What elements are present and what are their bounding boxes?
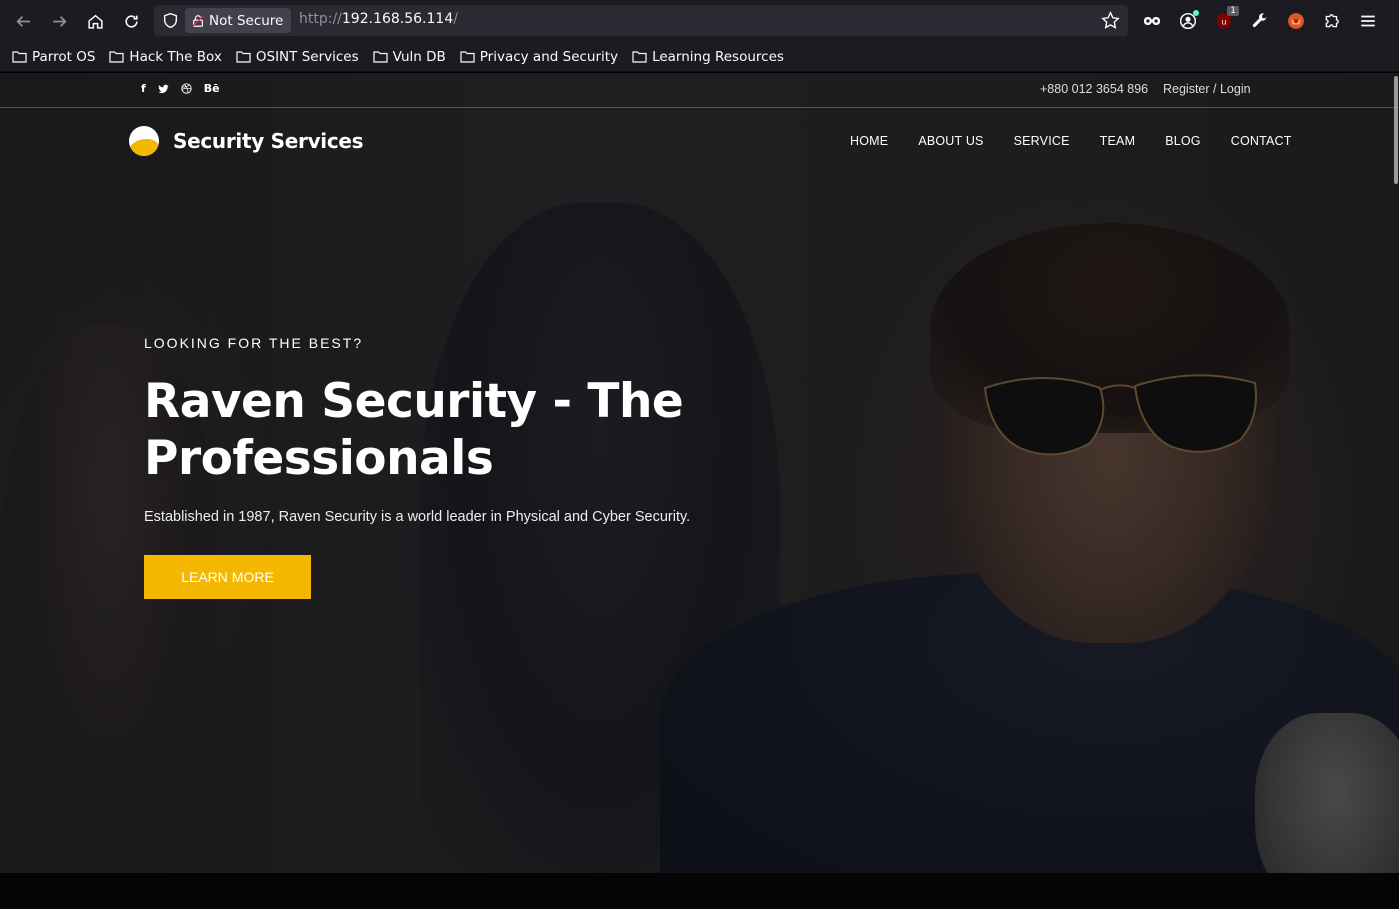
url-text[interactable]: http://192.168.56.114/ (299, 11, 458, 27)
bookmark-folder-osint-services[interactable]: OSINT Services (236, 49, 359, 65)
nav-service[interactable]: SERVICE (1014, 134, 1070, 148)
hero-title: Raven Security - The Professionals (144, 374, 684, 486)
page-bottom-strip (0, 873, 1399, 909)
folder-icon (236, 51, 251, 63)
hero-subtitle: Established in 1987, Raven Security is a… (144, 509, 691, 525)
nav-about-us[interactable]: ABOUT US (918, 134, 983, 148)
learn-more-button[interactable]: LEARN MORE (144, 555, 311, 599)
logo-icon[interactable] (129, 126, 159, 156)
hamburger-icon (1361, 15, 1375, 27)
bookmark-label: Hack The Box (129, 48, 222, 65)
broken-lock-icon (192, 14, 204, 27)
scrollbar-thumb[interactable] (1394, 76, 1398, 184)
ublock-badge: 1 (1227, 6, 1239, 16)
shield-icon[interactable] (162, 12, 179, 29)
bookmark-label: Vuln DB (392, 48, 446, 65)
web-page: f Bē +880 012 3654 896 Register / Login … (0, 73, 1399, 873)
private-browsing-button[interactable] (1138, 7, 1166, 35)
logo-text[interactable]: Security Services (173, 129, 364, 153)
forward-button[interactable] (45, 7, 73, 35)
tools-extension-button[interactable] (1246, 7, 1274, 35)
bookmark-label: Privacy and Security (479, 48, 619, 65)
social-links: f Bē (141, 82, 220, 95)
register-login-link[interactable]: Register / Login (1163, 82, 1251, 96)
reload-icon (124, 14, 138, 28)
site-header: Security Services HOME ABOUT US SERVICE … (0, 108, 1399, 178)
bookmark-folder-privacy-and-security[interactable]: Privacy and Security (460, 49, 618, 65)
main-nav: HOME ABOUT US SERVICE TEAM BLOG CONTACT (850, 134, 1292, 148)
folder-icon (109, 51, 125, 63)
phone-number: +880 012 3654 896 (1040, 82, 1149, 96)
bookmark-star-icon[interactable] (1101, 11, 1120, 30)
bookmarks-bar: Parrot OS Hack The Box OSINT Services Vu… (0, 42, 1399, 72)
hero-image-sunglasses (983, 374, 1257, 456)
home-button[interactable] (81, 7, 109, 35)
bookmark-folder-hack-the-box[interactable]: Hack The Box (109, 48, 222, 65)
extensions-button[interactable] (1318, 7, 1346, 35)
back-button[interactable] (9, 7, 37, 35)
hero-eyebrow: LOOKING FOR THE BEST? (144, 335, 364, 351)
folder-icon (12, 51, 27, 63)
url-scheme: http:// (299, 11, 342, 27)
folder-icon (373, 51, 388, 63)
security-indicator[interactable]: Not Secure (185, 8, 292, 33)
puzzle-icon (1325, 14, 1339, 28)
hero-image-badge (1255, 713, 1399, 873)
bookmark-folder-learning-resources[interactable]: Learning Resources (632, 49, 784, 65)
ublock-extension-button[interactable]: u 1 (1210, 6, 1239, 35)
url-bar[interactable]: Not Secure http://192.168.56.114/ (154, 5, 1128, 36)
browser-toolbar: Not Secure http://192.168.56.114/ u 1 (0, 0, 1399, 42)
fox-icon (1288, 13, 1304, 29)
security-label: Not Secure (209, 12, 284, 29)
behance-icon[interactable]: Bē (204, 82, 220, 95)
folder-icon (632, 51, 647, 63)
notification-dot (1193, 10, 1199, 16)
bookmark-label: Learning Resources (652, 48, 784, 65)
foxyproxy-extension-button[interactable] (1282, 7, 1310, 35)
nav-blog[interactable]: BLOG (1165, 134, 1201, 148)
bookmark-label: Parrot OS (32, 48, 96, 65)
url-host: 192.168.56.114 (341, 11, 454, 27)
dribbble-icon[interactable] (181, 83, 192, 94)
bookmark-folder-vuln-db[interactable]: Vuln DB (373, 49, 446, 65)
folder-icon (460, 51, 475, 63)
bookmark-label: OSINT Services (255, 48, 359, 65)
nav-contact[interactable]: CONTACT (1231, 134, 1292, 148)
hero-section: LOOKING FOR THE BEST? Raven Security - T… (144, 335, 844, 599)
bookmark-folder-parrot-os[interactable]: Parrot OS (12, 49, 95, 65)
reload-button[interactable] (117, 7, 145, 35)
url-path: / (453, 11, 458, 27)
page-scrollbar[interactable] (1393, 73, 1399, 873)
svg-text:u: u (1222, 17, 1227, 26)
wrench-icon (1252, 13, 1267, 28)
extensions-bar: u 1 (1138, 6, 1382, 35)
site-topbar: f Bē +880 012 3654 896 Register / Login (0, 73, 1399, 108)
arrow-left-icon (15, 15, 30, 27)
twitter-icon[interactable] (158, 84, 169, 94)
arrow-right-icon (52, 15, 67, 27)
nav-home[interactable]: HOME (850, 134, 888, 148)
home-icon (87, 14, 103, 29)
account-button[interactable] (1174, 7, 1202, 35)
mask-icon (1143, 16, 1161, 26)
facebook-icon[interactable]: f (141, 82, 146, 95)
nav-team[interactable]: TEAM (1100, 134, 1136, 148)
menu-button[interactable] (1354, 7, 1382, 35)
